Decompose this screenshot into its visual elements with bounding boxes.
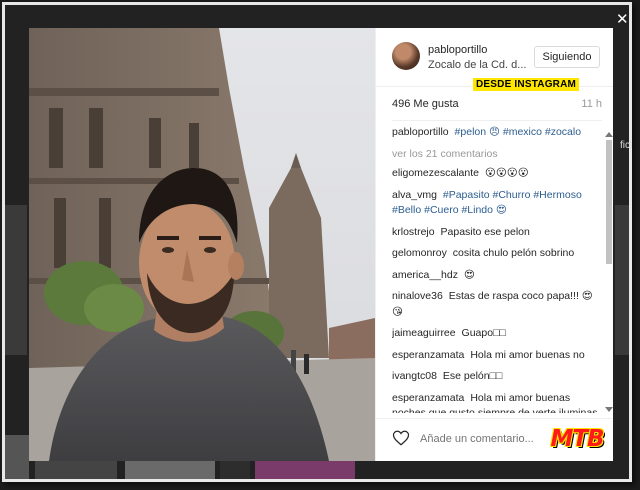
likes-count[interactable]: 496 Me gusta — [392, 98, 459, 110]
comments-scrollbar[interactable] — [605, 132, 613, 412]
comment-username[interactable]: america__hdz — [392, 269, 458, 281]
photo-illustration — [29, 28, 375, 461]
avatar[interactable] — [392, 42, 420, 70]
scroll-thumb[interactable] — [606, 140, 612, 264]
comment-username[interactable]: pabloportillo — [392, 126, 449, 138]
post-username[interactable]: pabloportillo — [428, 44, 487, 56]
comment-text: cosita chulo pelón sobrino — [452, 247, 575, 259]
close-icon[interactable]: ✕ — [616, 10, 629, 28]
comment-username[interactable]: ivangtc08 — [392, 370, 437, 382]
comment-username[interactable]: jaimeaguirree — [392, 327, 456, 339]
comment-text: Hola mi amor buenas no — [470, 348, 585, 361]
post-modal: pabloportillo Zocalo de la Cd. d... Sigu… — [29, 28, 613, 461]
comment-footer: MTB — [376, 418, 613, 462]
divider — [392, 120, 602, 121]
list-item: esperanzamata Hola mi amor buenas noches… — [392, 391, 602, 414]
list-item: esperanzamata Hola mi amor buenas no — [392, 348, 602, 364]
comment-username[interactable]: eligomezescalante — [392, 167, 479, 179]
post-header: pabloportillo Zocalo de la Cd. d... Sigu… — [376, 28, 613, 91]
list-item: eligomezescalante 😮😮😮😮 — [392, 166, 602, 182]
list-item: krlostrejo Papasito ese pelon — [392, 225, 602, 241]
view-all-comments-link[interactable]: ver los 21 comentarios — [392, 147, 602, 163]
background-text: fici — [620, 140, 633, 151]
add-comment-input[interactable] — [418, 428, 542, 450]
list-item: jaimeaguirree Guapo□□ — [392, 326, 602, 342]
post-time: 11 h — [581, 98, 602, 110]
scroll-down-icon[interactable] — [605, 407, 613, 412]
comment-username[interactable]: gelomonroy — [392, 247, 447, 259]
list-item: ninalove36 Estas de raspa coco papa!!! 😍… — [392, 289, 602, 320]
post-photo[interactable] — [29, 28, 375, 461]
comment-text: Ese pelón□□ — [442, 370, 503, 382]
comments-list: pabloportillo #pelon 😠 #mexico #zocalo v… — [392, 125, 602, 413]
list-item: america__hdz 😍 — [392, 268, 602, 284]
comment-text: 😍 — [463, 268, 475, 281]
comment-username[interactable]: krlostrejo — [392, 226, 435, 238]
comment-username[interactable]: esperanzamata — [392, 349, 464, 361]
likes-row: 496 Me gusta 11 h — [392, 98, 602, 114]
post-side-panel: pabloportillo Zocalo de la Cd. d... Sigu… — [375, 28, 613, 461]
mtb-logo: MTB — [550, 426, 604, 452]
heart-icon[interactable] — [392, 429, 410, 447]
comment-username[interactable]: alva_vmg — [392, 189, 437, 201]
following-button[interactable]: Siguiendo — [534, 46, 600, 68]
comment-text: 😮😮😮😮 — [484, 167, 529, 179]
comment-text: Guapo□□ — [461, 327, 506, 339]
comment-text[interactable]: #pelon 😠 #mexico #zocalo — [455, 126, 582, 138]
list-item: alva_vmg #Papasito #Churro #Hermoso #Bel… — [392, 188, 602, 219]
list-item: ivangtc08 Ese pelón□□ — [392, 369, 602, 385]
caption: pabloportillo #pelon 😠 #mexico #zocalo — [392, 125, 602, 141]
scroll-up-icon[interactable] — [605, 132, 613, 137]
list-item: gelomonroy cosita chulo pelón sobrino — [392, 246, 602, 262]
comment-username[interactable]: esperanzamata — [392, 392, 464, 404]
comment-username[interactable]: ninalove36 — [392, 290, 443, 302]
comment-text: Papasito ese pelon — [440, 225, 530, 238]
watermark-tag: DESDE INSTAGRAM — [473, 78, 580, 91]
post-location[interactable]: Zocalo de la Cd. d... — [428, 59, 526, 71]
